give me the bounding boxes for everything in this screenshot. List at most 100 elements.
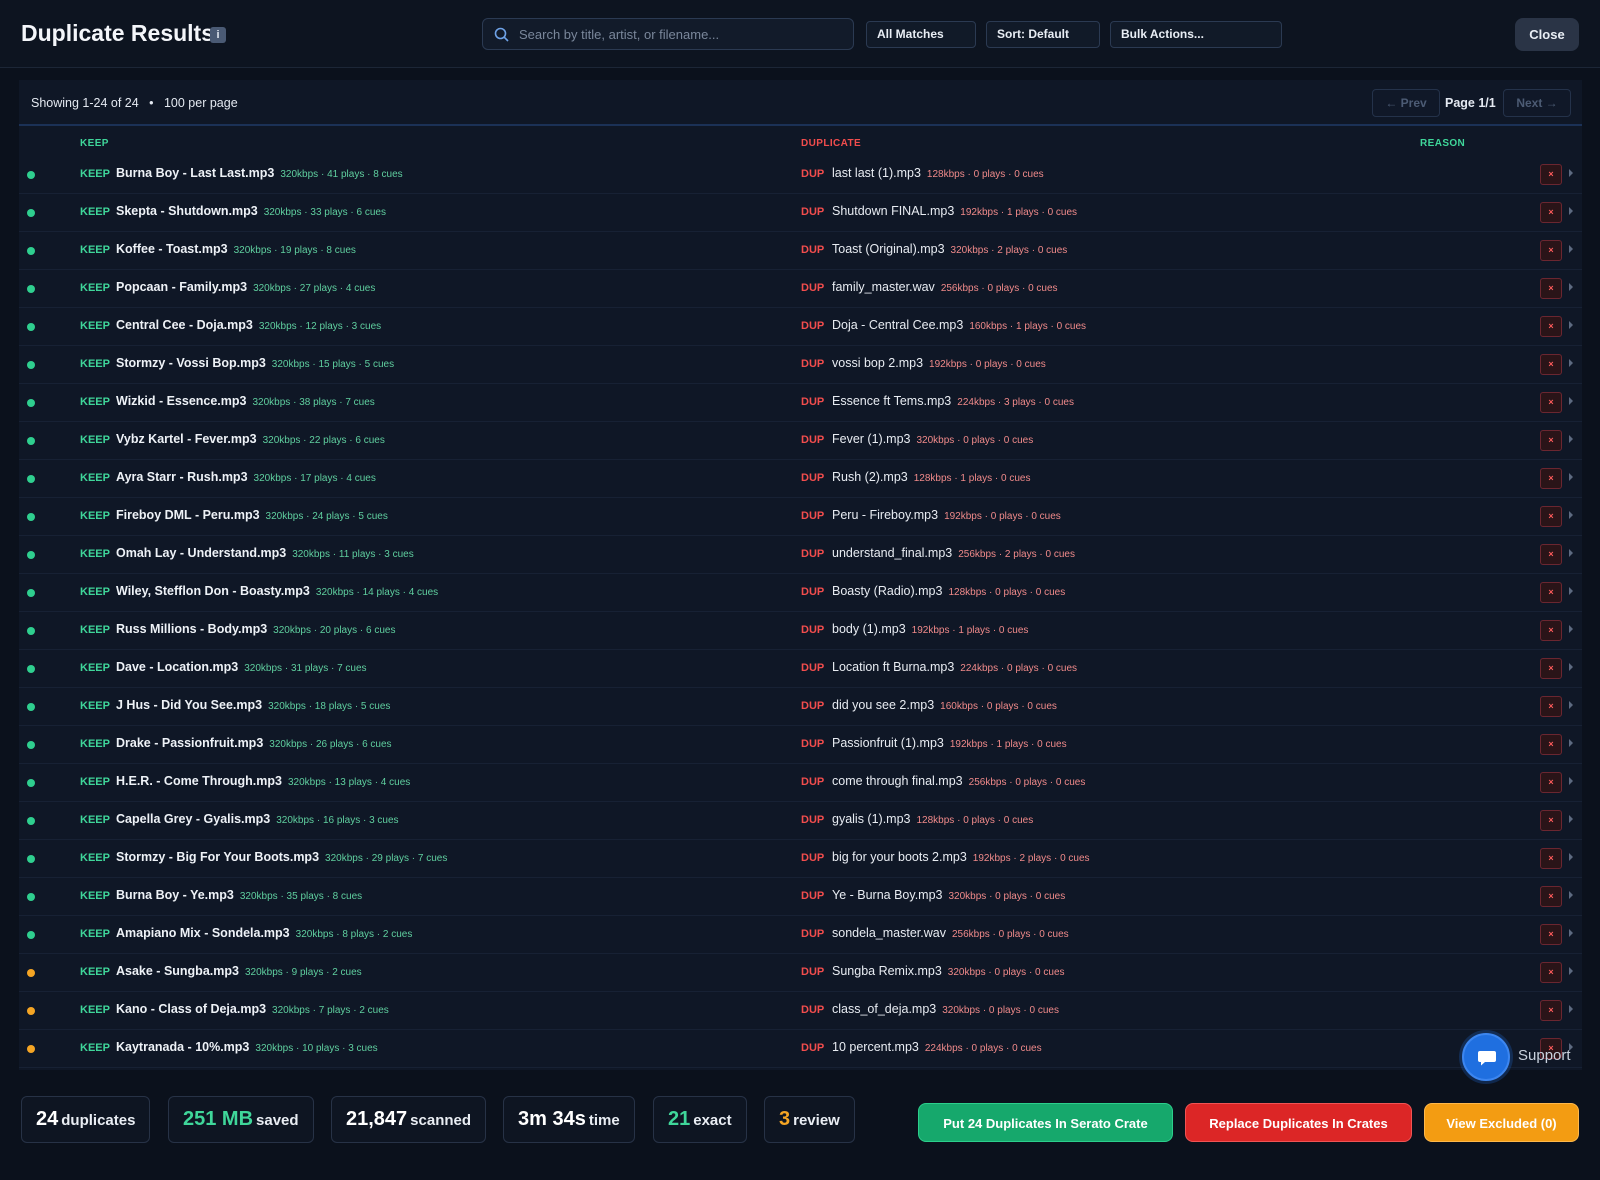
- status-dot: [27, 589, 35, 597]
- remove-button[interactable]: ×: [1540, 658, 1562, 679]
- table-row[interactable]: KEEP Capella Grey - Gyalis.mp3 320kbps · 1…: [19, 802, 1582, 840]
- table-row[interactable]: KEEP Russ Millions - Body.mp3 320kbps · 20…: [19, 612, 1582, 650]
- replace-in-crates-button[interactable]: Replace Duplicates In Crates: [1185, 1103, 1412, 1142]
- remove-button[interactable]: ×: [1540, 202, 1562, 223]
- dup-tag: DUP: [801, 320, 825, 332]
- bulk-actions-select[interactable]: Bulk Actions...: [1110, 21, 1282, 48]
- table-row[interactable]: KEEP Asake - Sungba.mp3 320kbps · 9 plays …: [19, 954, 1582, 992]
- table-row[interactable]: KEEP Kano - Class of Deja.mp3 320kbps · 7 …: [19, 992, 1582, 1030]
- serato-crate-button[interactable]: Put 24 Duplicates In Serato Crate: [918, 1103, 1173, 1142]
- search-input[interactable]: [519, 19, 845, 49]
- remove-button[interactable]: ×: [1540, 430, 1562, 451]
- remove-button[interactable]: ×: [1540, 848, 1562, 869]
- chevron-right-icon[interactable]: [1569, 397, 1573, 405]
- view-excluded-button[interactable]: View Excluded (0): [1424, 1103, 1579, 1142]
- table-row[interactable]: KEEP Skepta - Shutdown.mp3 320kbps · 33 pl…: [19, 194, 1582, 232]
- chevron-right-icon[interactable]: [1569, 549, 1573, 557]
- remove-button[interactable]: ×: [1540, 1000, 1562, 1021]
- table-row[interactable]: KEEP Stormzy - Big For Your Boots.mp3 320k…: [19, 840, 1582, 878]
- chevron-right-icon[interactable]: [1569, 625, 1573, 633]
- table-row[interactable]: KEEP Amapiano Mix - Sondela.mp3 320kbps · …: [19, 916, 1582, 954]
- remove-button[interactable]: ×: [1540, 164, 1562, 185]
- chevron-right-icon[interactable]: [1569, 511, 1573, 519]
- dup-filename: Rush (2).mp3: [832, 470, 908, 484]
- table-row[interactable]: KEEP Fireboy DML - Peru.mp3 320kbps · 24 p…: [19, 498, 1582, 536]
- table-row[interactable]: KEEP Drake - Passionfruit.mp3 320kbps · 26…: [19, 726, 1582, 764]
- filter-select[interactable]: All Matches: [866, 21, 976, 48]
- chevron-right-icon[interactable]: [1569, 587, 1573, 595]
- remove-button[interactable]: ×: [1540, 354, 1562, 375]
- page-indicator: Page 1/1: [1445, 96, 1496, 110]
- chevron-right-icon[interactable]: [1569, 473, 1573, 481]
- chevron-right-icon[interactable]: [1569, 853, 1573, 861]
- keep-filename: J Hus - Did You See.mp3: [116, 698, 263, 712]
- chevron-right-icon[interactable]: [1569, 283, 1573, 291]
- chevron-right-icon[interactable]: [1569, 435, 1573, 443]
- results-list: KEEP Burna Boy - Last Last.mp3 320kbps · 4…: [19, 156, 1582, 1068]
- table-row[interactable]: KEEP Central Cee - Doja.mp3 320kbps · 12 p…: [19, 308, 1582, 346]
- table-row[interactable]: KEEP Wizkid - Essence.mp3 320kbps · 38 pla…: [19, 384, 1582, 422]
- table-row[interactable]: KEEP Stormzy - Vossi Bop.mp3 320kbps · 15 …: [19, 346, 1582, 384]
- remove-button[interactable]: ×: [1540, 734, 1562, 755]
- chevron-right-icon[interactable]: [1569, 967, 1573, 975]
- remove-button[interactable]: ×: [1540, 468, 1562, 489]
- chevron-right-icon[interactable]: [1569, 321, 1573, 329]
- table-row[interactable]: KEEP Vybz Kartel - Fever.mp3 320kbps · 22 …: [19, 422, 1582, 460]
- sort-select[interactable]: Sort: Default: [986, 21, 1100, 48]
- chevron-right-icon[interactable]: [1569, 663, 1573, 671]
- search-box[interactable]: [482, 18, 854, 50]
- chevron-right-icon[interactable]: [1569, 1005, 1573, 1013]
- chevron-right-icon[interactable]: [1569, 739, 1573, 747]
- table-row[interactable]: KEEP Burna Boy - Ye.mp3 320kbps · 35 plays…: [19, 878, 1582, 916]
- dup-tag: DUP: [801, 966, 825, 978]
- table-row[interactable]: KEEP Wiley, Stefflon Don - Boasty.mp3 320k…: [19, 574, 1582, 612]
- remove-button[interactable]: ×: [1540, 316, 1562, 337]
- table-row[interactable]: KEEP Ayra Starr - Rush.mp3 320kbps · 17 pl…: [19, 460, 1582, 498]
- table-row[interactable]: KEEP H.E.R. - Come Through.mp3 320kbps · 1…: [19, 764, 1582, 802]
- remove-button[interactable]: ×: [1540, 392, 1562, 413]
- remove-button[interactable]: ×: [1540, 886, 1562, 907]
- prev-page-button[interactable]: ← Prev: [1372, 89, 1440, 117]
- remove-button[interactable]: ×: [1540, 810, 1562, 831]
- dup-meta: 192kbps · 0 plays · 0 cues: [929, 359, 1046, 370]
- chevron-right-icon[interactable]: [1569, 245, 1573, 253]
- remove-button[interactable]: ×: [1540, 772, 1562, 793]
- table-row[interactable]: KEEP Omah Lay - Understand.mp3 320kbps · 1…: [19, 536, 1582, 574]
- remove-button[interactable]: ×: [1540, 962, 1562, 983]
- chevron-right-icon[interactable]: [1569, 815, 1573, 823]
- remove-button[interactable]: ×: [1540, 620, 1562, 641]
- remove-button[interactable]: ×: [1540, 506, 1562, 527]
- support-chat-button[interactable]: [1462, 1033, 1510, 1081]
- status-dot: [27, 741, 35, 749]
- chevron-right-icon[interactable]: [1569, 359, 1573, 367]
- remove-button[interactable]: ×: [1540, 696, 1562, 717]
- remove-button[interactable]: ×: [1540, 278, 1562, 299]
- dup-filename: Shutdown FINAL.mp3: [832, 204, 955, 218]
- keep-file: Russ Millions - Body.mp3 320kbps · 20 pla…: [116, 622, 395, 636]
- table-row[interactable]: KEEP J Hus - Did You See.mp3 320kbps · 18 …: [19, 688, 1582, 726]
- remove-button[interactable]: ×: [1540, 544, 1562, 565]
- keep-filename: Capella Grey - Gyalis.mp3: [116, 812, 271, 826]
- remove-button[interactable]: ×: [1540, 240, 1562, 261]
- info-icon[interactable]: i: [210, 27, 226, 43]
- remove-button[interactable]: ×: [1540, 924, 1562, 945]
- support-label[interactable]: Support: [1518, 1047, 1571, 1064]
- table-row[interactable]: KEEP Burna Boy - Last Last.mp3 320kbps · 4…: [19, 156, 1582, 194]
- keep-file: Stormzy - Big For Your Boots.mp3 320kbps …: [116, 850, 447, 864]
- chevron-right-icon[interactable]: [1569, 169, 1573, 177]
- next-page-button[interactable]: Next →: [1503, 89, 1571, 117]
- dup-tag: DUP: [801, 776, 825, 788]
- table-row[interactable]: KEEP Dave - Location.mp3 320kbps · 31 play…: [19, 650, 1582, 688]
- table-row[interactable]: KEEP Popcaan - Family.mp3 320kbps · 27 pla…: [19, 270, 1582, 308]
- chevron-right-icon[interactable]: [1569, 891, 1573, 899]
- remove-button[interactable]: ×: [1540, 582, 1562, 603]
- chevron-right-icon[interactable]: [1569, 701, 1573, 709]
- chevron-right-icon[interactable]: [1569, 777, 1573, 785]
- keep-tag: KEEP: [80, 548, 110, 560]
- table-row[interactable]: KEEP Kaytranada - 10%.mp3 320kbps · 10 pla…: [19, 1030, 1582, 1068]
- table-row[interactable]: KEEP Koffee - Toast.mp3 320kbps · 19 plays…: [19, 232, 1582, 270]
- chevron-right-icon[interactable]: [1569, 207, 1573, 215]
- close-button[interactable]: Close: [1515, 18, 1579, 51]
- keep-meta: 320kbps · 12 plays · 3 cues: [258, 321, 382, 332]
- chevron-right-icon[interactable]: [1569, 929, 1573, 937]
